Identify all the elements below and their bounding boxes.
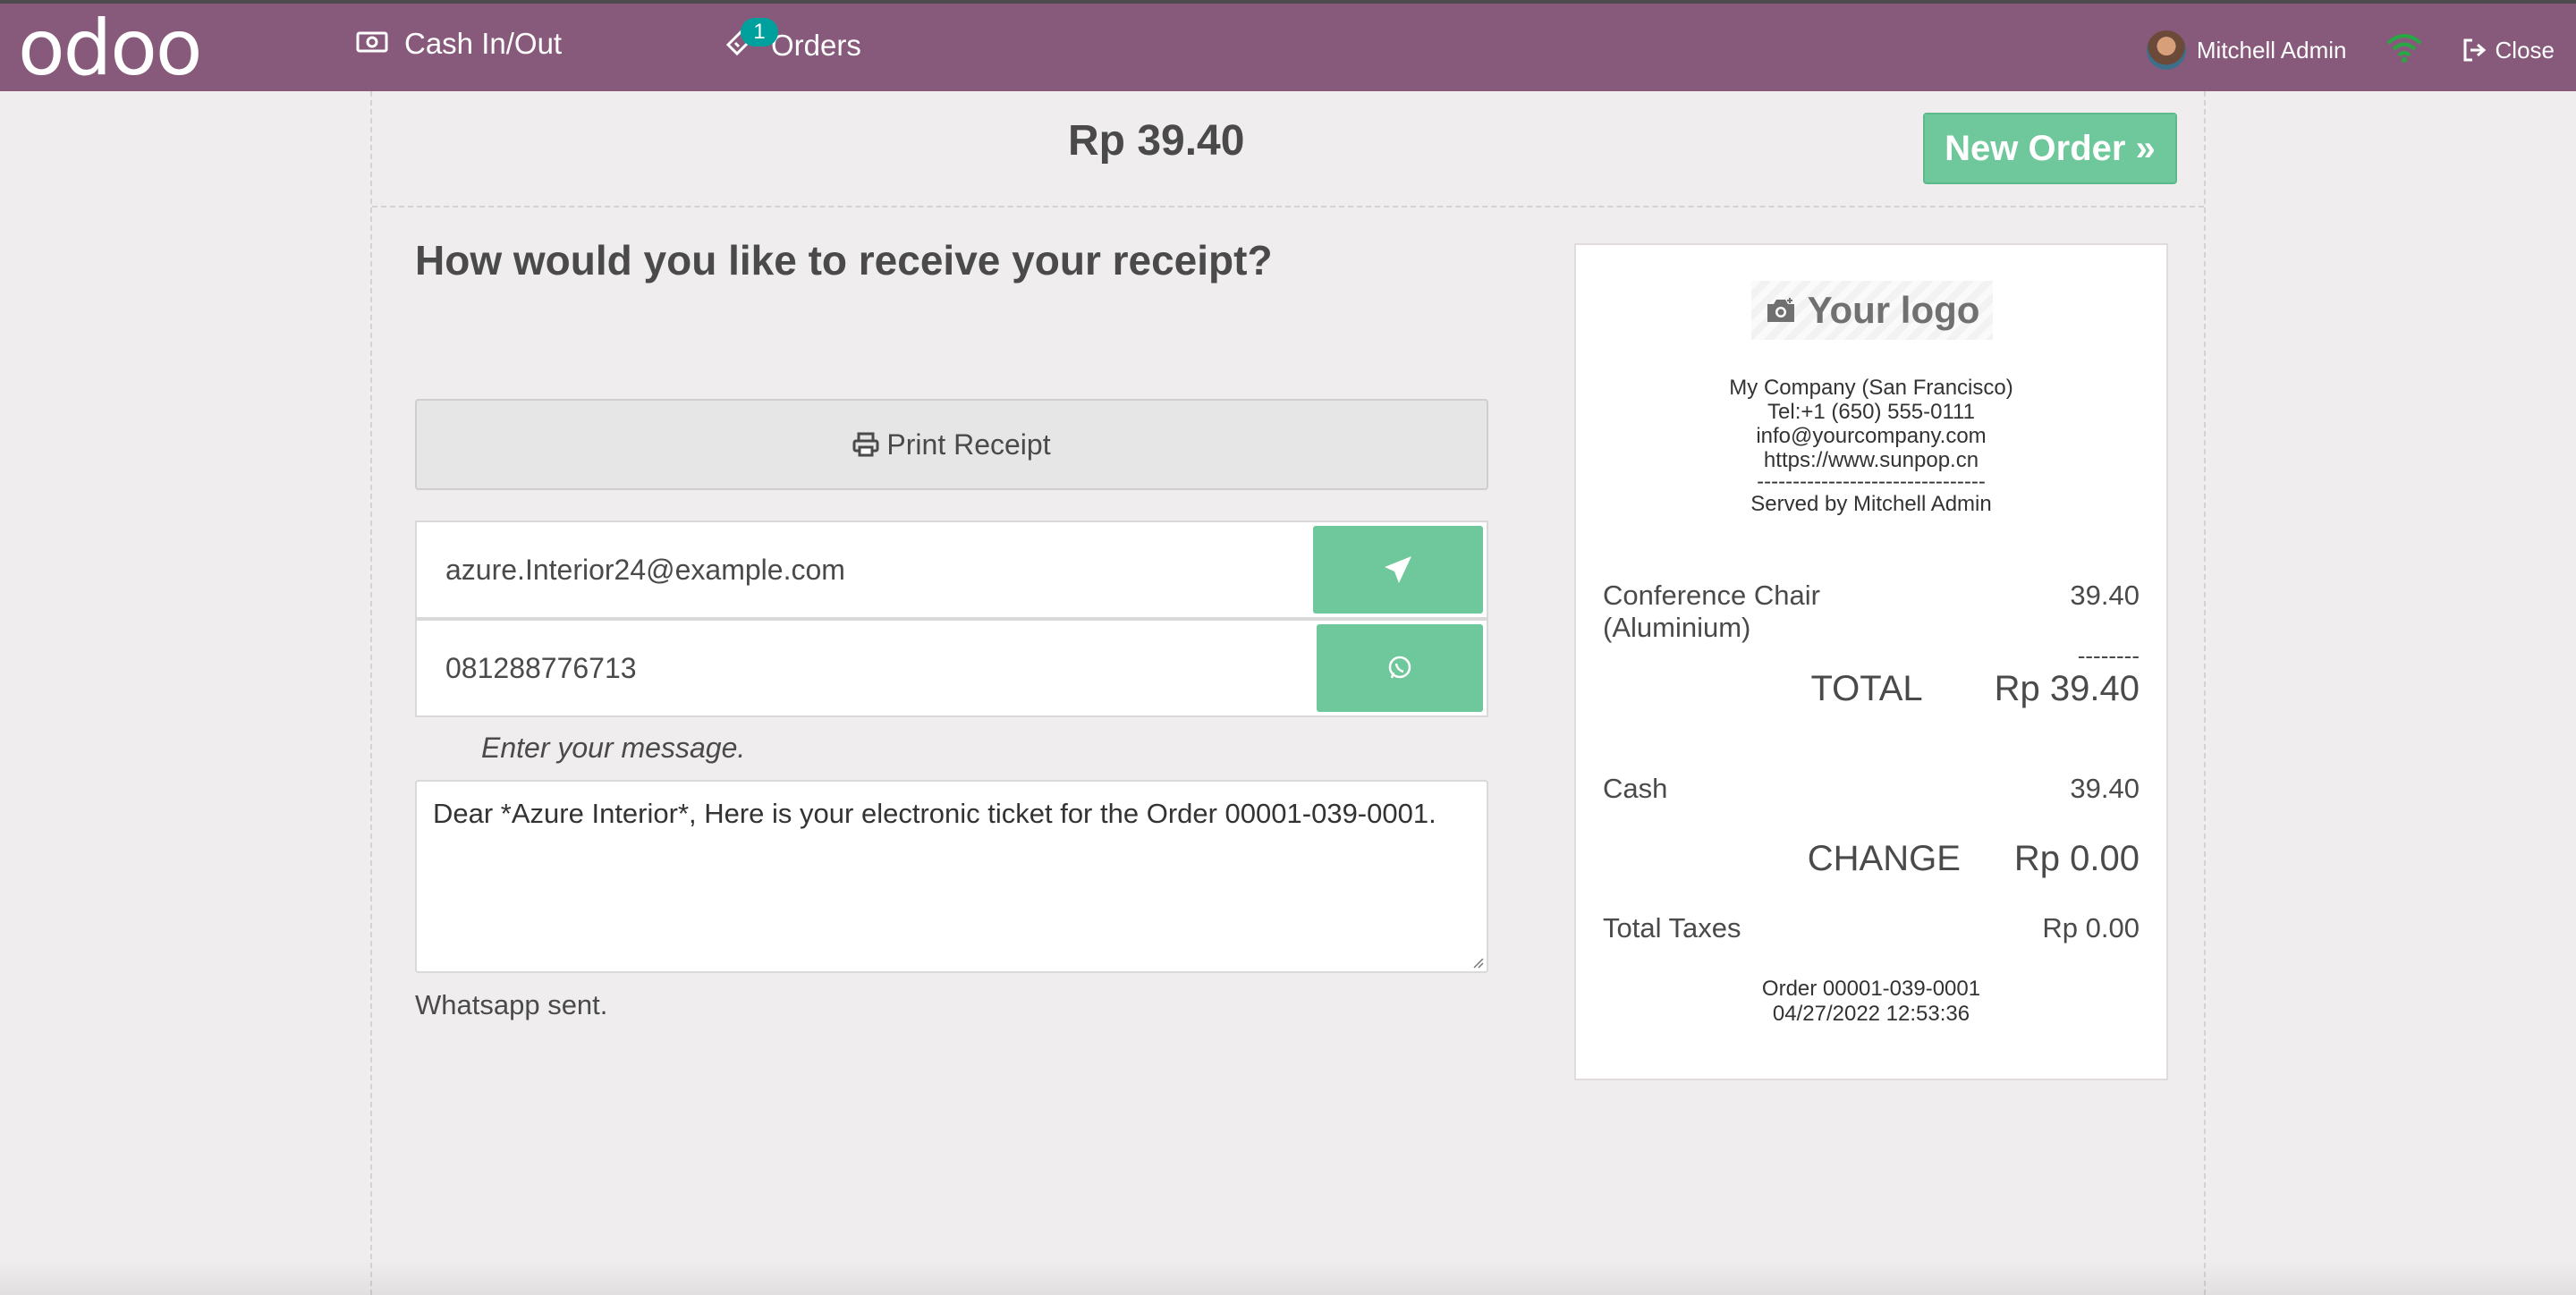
payment-method: Cash	[1603, 773, 1668, 804]
order-reference: Order 00001-039-0001	[1761, 977, 1981, 1001]
close-label: Close	[2495, 36, 2555, 63]
whatsapp-icon	[1388, 656, 1411, 679]
phone-input[interactable]: 081288776713	[445, 621, 637, 715]
item-name-line1: Conference Chair	[1603, 580, 1820, 611]
send-whatsapp-button[interactable]	[1317, 624, 1483, 712]
change-value: Rp 0.00	[2013, 839, 2140, 878]
email-input[interactable]: azure.Interior24@example.com	[445, 522, 845, 617]
orders-button[interactable]: 1 Orders	[724, 18, 861, 64]
message-text: Dear *Azure Interior*, Here is your elec…	[433, 798, 1436, 829]
taxes-row: Total Taxes Rp 0.00	[1603, 912, 2140, 944]
item-price: 39.40	[2070, 580, 2140, 611]
change-label: CHANGE	[1807, 839, 1961, 878]
orders-count-badge: 1	[741, 18, 778, 47]
cash-in-out-label: Cash In/Out	[404, 27, 563, 60]
resize-grip-icon[interactable]	[1470, 955, 1485, 969]
odoo-logo: odoo	[18, 4, 202, 93]
total-separator: --------	[2077, 642, 2140, 669]
new-order-button[interactable]: New Order »	[1923, 113, 2177, 184]
send-email-button[interactable]	[1313, 526, 1483, 614]
total-value: Rp 39.40	[1994, 669, 2140, 708]
money-icon	[356, 27, 388, 61]
email-row: azure.Interior24@example.com	[415, 521, 1488, 619]
receipt-screen: Rp 39.40 New Order » How would you like …	[370, 91, 2206, 1295]
company-info: My Company (San Francisco) Tel:+1 (650) …	[1576, 376, 2166, 516]
order-info: Order 00001-039-0001 04/27/2022 12:53:36	[1576, 977, 2166, 1027]
user-avatar[interactable]	[2146, 30, 2186, 70]
separator-line: --------------------------------	[1757, 470, 1986, 494]
phone-row: 081288776713	[415, 619, 1488, 717]
receipt-preview: Your logo My Company (San Francisco) Tel…	[1574, 243, 2168, 1080]
total-label: TOTAL	[1810, 669, 1923, 708]
orders-label: Orders	[771, 29, 861, 62]
print-icon	[852, 432, 879, 457]
change-row: CHANGE Rp 0.00	[1603, 839, 2140, 879]
page-title: How would you like to receive your recei…	[415, 237, 1273, 284]
camera-icon	[1767, 298, 1794, 322]
payment-amount: 39.40	[2070, 773, 2140, 804]
ticket-icon: 1	[724, 18, 778, 64]
taxes-label: Total Taxes	[1603, 912, 1741, 944]
company-name: My Company (San Francisco)	[1729, 376, 2013, 400]
order-total: Rp 39.40	[1068, 117, 1245, 165]
print-receipt-button[interactable]: Print Receipt	[415, 399, 1488, 490]
receipt-total-row: TOTAL Rp 39.40	[1603, 669, 2140, 709]
top-summary-bar: Rp 39.40 New Order »	[372, 91, 2204, 207]
bottom-shadow	[0, 1259, 2576, 1295]
print-receipt-label: Print Receipt	[886, 427, 1051, 461]
receipt-logo: Your logo	[1751, 281, 1993, 340]
company-email: info@yourcompany.com	[1756, 424, 1987, 448]
payment-row: Cash 39.40	[1603, 773, 2140, 805]
served-by: Served by Mitchell Admin	[1750, 492, 1992, 516]
paper-plane-icon	[1385, 556, 1411, 583]
message-label: Enter your message.	[481, 732, 746, 764]
message-textarea[interactable]: Dear *Azure Interior*, Here is your elec…	[415, 780, 1488, 973]
company-phone: Tel:+1 (650) 555-0111	[1767, 400, 1975, 424]
status-message: Whatsapp sent.	[415, 989, 608, 1020]
user-name[interactable]: Mitchell Admin	[2197, 37, 2347, 64]
taxes-value: Rp 0.00	[2042, 912, 2140, 944]
sign-out-icon	[2463, 38, 2486, 62]
logo-placeholder-text: Your logo	[1807, 289, 1980, 331]
item-name-line2: (Aluminium)	[1603, 612, 1751, 643]
company-website: https://www.sunpop.cn	[1763, 448, 1979, 472]
cash-in-out-button[interactable]: Cash In/Out	[356, 27, 562, 61]
wifi-icon	[2386, 33, 2422, 67]
top-navbar: odoo Cash In/Out 1 Orders Mitchell Admin…	[0, 0, 2576, 91]
receipt-line-item: Conference Chair (Aluminium) 39.40	[1603, 580, 2140, 644]
close-button[interactable]: Close	[2462, 37, 2555, 64]
order-date: 04/27/2022 12:53:36	[1772, 1002, 1970, 1026]
